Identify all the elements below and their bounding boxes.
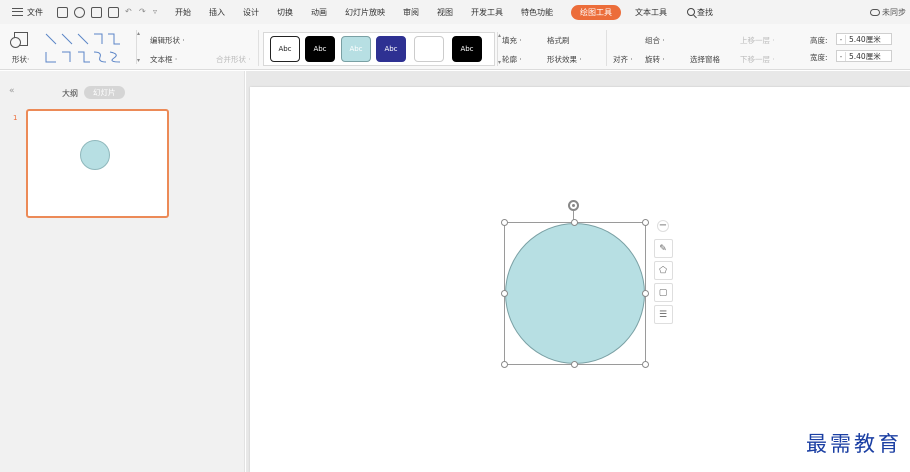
resize-handle-bottom-left[interactable] <box>501 361 508 368</box>
tab-10[interactable]: 绘图工具 <box>571 4 621 20</box>
edit-shape-button[interactable]: 编辑形状 · <box>150 35 185 46</box>
customize-dropdown-icon[interactable]: ▿ <box>153 8 161 16</box>
resize-handle-right[interactable] <box>642 290 649 297</box>
rotate-handle-icon[interactable] <box>568 200 579 211</box>
tab-6[interactable]: 审阅 <box>403 7 419 18</box>
selection-box <box>504 222 646 365</box>
app-window: 文件 ↶ ↷ ▿ 开始 插入 设计 切换 动画 幻灯片放映 审阅 视图 开发工具 特色功能 绘图工具… <box>0 0 910 472</box>
shape-style-swatch[interactable]: Abc <box>305 36 335 62</box>
pen-icon[interactable]: ✎ <box>653 239 673 258</box>
print-preview-icon[interactable] <box>108 6 119 18</box>
width-decrease-icon[interactable]: - <box>837 51 846 61</box>
shape-style-gallery: Abc Abc Abc Abc Abc <box>263 32 495 66</box>
tab-8[interactable]: 开发工具 <box>471 7 503 18</box>
slide[interactable]: − ✎ ⬠ ▢ ☰ <box>250 87 910 472</box>
save-icon[interactable] <box>57 6 68 18</box>
text-wrap-icon[interactable]: ☰ <box>653 305 673 324</box>
height-decrease-icon[interactable]: - <box>837 34 846 44</box>
tab-11[interactable]: 文本工具 <box>635 7 667 18</box>
tab-5[interactable]: 幻灯片放映 <box>345 7 385 18</box>
shape-style-swatch[interactable]: Abc <box>270 36 300 62</box>
shape-style-swatch[interactable]: Abc <box>376 36 406 62</box>
search-icon <box>687 8 695 16</box>
resize-handle-top[interactable] <box>571 219 578 226</box>
resize-handle-top-left[interactable] <box>501 219 508 226</box>
shape-effect-button[interactable]: 形状效果 · <box>547 54 582 65</box>
fill-button[interactable]: 填充 · <box>502 35 522 46</box>
resize-handle-left[interactable] <box>501 290 508 297</box>
rotate-button[interactable]: 旋转 · <box>645 54 665 65</box>
slide-panel: « 大纲 幻灯片 1 <box>0 71 245 472</box>
tab-3[interactable]: 切换 <box>277 7 293 18</box>
merge-shape-button[interactable]: 合并形状 · <box>216 54 251 65</box>
thumbnail-circle-shape <box>80 140 110 170</box>
ribbon-tabs: 开始 插入 设计 切换 动画 幻灯片放映 审阅 视图 开发工具 特色功能 绘图工具 文本工具 <box>175 4 685 20</box>
height-field[interactable]: - 5.40厘米 <box>836 33 892 45</box>
width-field[interactable]: - 5.40厘米 <box>836 50 892 62</box>
editing-canvas: − ✎ ⬠ ▢ ☰ <box>246 71 910 472</box>
height-label: 高度: <box>810 36 828 45</box>
width-label: 宽度: <box>810 53 828 62</box>
shape-style-swatch[interactable]: Abc <box>452 36 482 62</box>
undo-icon[interactable]: ↶ <box>125 8 133 16</box>
sync-status[interactable]: 未同步 <box>870 7 906 18</box>
shape-outline-icon[interactable]: ▢ <box>653 283 673 302</box>
ribbon-separator <box>606 30 607 66</box>
slides-tab[interactable]: 幻灯片 <box>84 86 125 99</box>
file-menu-label: 文件 <box>27 7 43 17</box>
tab-1[interactable]: 插入 <box>209 7 225 18</box>
height-value: 5.40厘米 <box>849 34 881 44</box>
ribbon: 形状· 编辑形状 · 文本框 · 合并形状 · AbcAbcAbcAbcAbc … <box>0 24 910 70</box>
fill-bucket-icon[interactable]: ⬠ <box>653 261 673 280</box>
tab-9[interactable]: 特色功能 <box>521 7 553 18</box>
search-button[interactable]: 查找 <box>687 7 713 18</box>
text-box-button[interactable]: 文本框 · <box>150 54 177 65</box>
redo-icon[interactable]: ↷ <box>139 8 147 16</box>
export-pdf-icon[interactable] <box>74 6 85 18</box>
line-shape-gallery[interactable] <box>44 30 128 66</box>
format-painter-button[interactable]: 格式刷 <box>547 35 570 46</box>
line-shapes-icon <box>45 33 121 63</box>
quick-access-toolbar: ↶ ↷ ▿ <box>57 6 161 18</box>
shape-style-swatch[interactable] <box>414 36 444 62</box>
tab-0[interactable]: 开始 <box>175 7 191 18</box>
quick-shape-toolbar: − ✎ ⬠ ▢ ☰ <box>652 220 674 324</box>
line-gallery-scroll[interactable] <box>136 30 143 64</box>
slide-number: 1 <box>13 114 18 122</box>
watermark-logo: 最需教育 <box>806 432 902 456</box>
bring-forward-button[interactable]: 上移一层 · <box>740 35 775 46</box>
resize-handle-bottom[interactable] <box>571 361 578 368</box>
outline-tab[interactable]: 大纲 <box>62 88 78 99</box>
align-button[interactable]: 对齐 · <box>613 54 633 65</box>
search-label: 查找 <box>697 7 713 17</box>
collapse-toolbar-icon[interactable]: − <box>657 220 669 232</box>
collapse-panel-icon[interactable]: « <box>9 86 15 96</box>
tab-2[interactable]: 设计 <box>243 7 259 18</box>
hamburger-icon <box>12 8 23 16</box>
tab-4[interactable]: 动画 <box>311 7 327 18</box>
shape-button[interactable]: 形状· <box>12 54 29 65</box>
group-button[interactable]: 组合 · <box>645 35 665 46</box>
outline-button[interactable]: 轮廓 · <box>502 54 522 65</box>
ribbon-separator <box>258 30 259 66</box>
resize-handle-top-right[interactable] <box>642 219 649 226</box>
selection-pane-button[interactable]: 选择窗格 <box>690 54 720 65</box>
tab-7[interactable]: 视图 <box>437 7 453 18</box>
print-icon[interactable] <box>91 6 102 18</box>
cloud-icon <box>870 9 880 16</box>
sync-label: 未同步 <box>882 8 906 17</box>
slide-thumbnail[interactable] <box>26 109 169 218</box>
send-backward-button[interactable]: 下移一层 · <box>740 54 775 65</box>
file-menu[interactable]: 文件 <box>12 7 43 18</box>
resize-handle-bottom-right[interactable] <box>642 361 649 368</box>
shape-icon[interactable] <box>10 32 28 48</box>
width-value: 5.40厘米 <box>849 51 881 61</box>
menu-bar: 文件 ↶ ↷ ▿ 开始 插入 设计 切换 动画 幻灯片放映 审阅 视图 开发工具 特色功能 绘图工具… <box>0 0 910 24</box>
shape-style-swatch[interactable]: Abc <box>341 36 371 62</box>
